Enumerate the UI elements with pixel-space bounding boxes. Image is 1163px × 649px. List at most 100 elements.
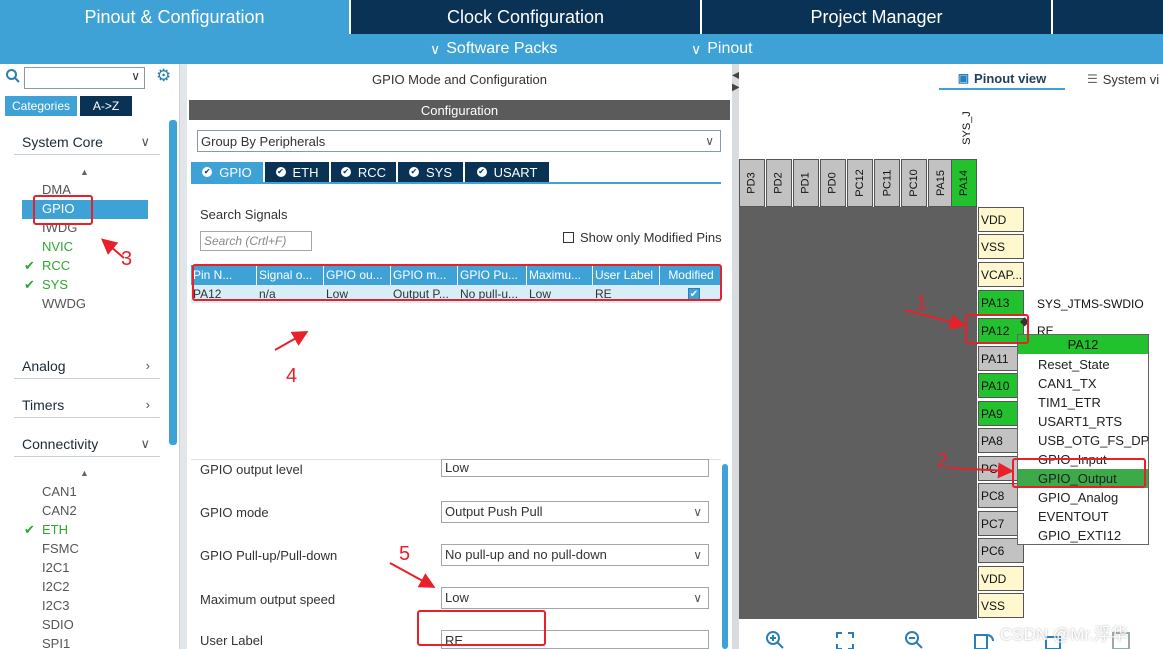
panel-divider[interactable] (732, 64, 739, 649)
check-icon: ✔ (408, 167, 419, 177)
gpio-mode-label: GPIO mode (200, 505, 269, 520)
list-item-i2c1[interactable]: I2C1 (42, 559, 69, 577)
tab-project-manager[interactable]: Project Manager (702, 0, 1051, 34)
check-icon: ✔ (24, 522, 35, 537)
gpio-output-level-select[interactable]: Low (441, 459, 709, 477)
tab-sys[interactable]: ✔ SYS (398, 162, 463, 182)
pin-pd1[interactable]: PD1 (793, 159, 819, 207)
pin-vdd[interactable]: VDD (978, 207, 1024, 232)
tab-pinout-configuration[interactable]: Pinout & Configuration (0, 0, 349, 34)
gpio-mode-select[interactable]: Output Push Pull ∨ (441, 501, 709, 523)
software-packs-menu[interactable]: ∨ Software Packs (430, 34, 557, 64)
gpio-output-level-label: GPIO output level (200, 462, 303, 477)
chevron-down-icon: ∨ (430, 40, 441, 57)
pin-vss[interactable]: VSS (978, 234, 1024, 259)
check-icon: ✔ (24, 258, 35, 273)
gpio-config-panel: GPIO Mode and Configuration Configuratio… (187, 64, 732, 649)
rotate-icon[interactable] (973, 631, 995, 649)
tab-clock-configuration[interactable]: Clock Configuration (351, 0, 700, 34)
list-item-spi1[interactable]: SPI1 (42, 635, 70, 649)
menu-item-can1-tx[interactable]: CAN1_TX (1038, 374, 1097, 393)
annotation-box-user-label (417, 610, 546, 646)
categories-button[interactable]: Categories (5, 96, 77, 116)
sub-menu-bar (0, 34, 1163, 64)
timers-section[interactable]: Timers › (14, 392, 160, 418)
menu-item-tim1-etr[interactable]: TIM1_ETR (1038, 393, 1101, 412)
menu-item-reset-state[interactable]: Reset_State (1038, 355, 1110, 374)
category-search-input[interactable]: ∨ (24, 67, 145, 89)
chevron-down-icon: ∨ (140, 435, 150, 451)
menu-item-usb-otg-fs-dp[interactable]: USB_OTG_FS_DP (1038, 431, 1149, 450)
menu-title: PA12 (1018, 335, 1148, 354)
chevron-right-icon: › (145, 397, 150, 412)
scrollbar[interactable] (169, 120, 177, 445)
list-item-fsmc[interactable]: FSMC (42, 540, 79, 558)
analog-section[interactable]: Analog › (14, 353, 160, 379)
system-core-section[interactable]: System Core ∨ (14, 129, 160, 155)
tab-tools[interactable] (1053, 0, 1163, 34)
tab-eth[interactable]: ✔ ETH (265, 162, 329, 182)
fit-view-icon[interactable] (835, 631, 855, 649)
annotation-1: 1 (916, 292, 928, 314)
chevron-down-icon: ∨ (693, 505, 702, 519)
list-item-eth[interactable]: ETH (42, 521, 68, 539)
pin-pc12[interactable]: PC12 (847, 159, 873, 207)
pin-pc10[interactable]: PC10 (901, 159, 927, 207)
pin-pa13[interactable]: PA13 (978, 290, 1024, 315)
menu-item-gpio-analog[interactable]: GPIO_Analog (1038, 488, 1118, 507)
system-view-tab[interactable]: ☰ System vi (1087, 68, 1163, 90)
max-speed-label: Maximum output speed (200, 592, 336, 607)
pin-pd2[interactable]: PD2 (766, 159, 792, 207)
list-item-can2[interactable]: CAN2 (42, 502, 77, 520)
gpio-pull-select[interactable]: No pull-up and no pull-down ∨ (441, 544, 709, 566)
list-item-wwdg[interactable]: WWDG (42, 295, 86, 313)
pin-vss[interactable]: VSS (978, 593, 1024, 618)
menu-item-usart1-rts[interactable]: USART1_RTS (1038, 412, 1122, 431)
gpio-pull-label: GPIO Pull-up/Pull-down (200, 548, 338, 563)
pin-pc11[interactable]: PC11 (874, 159, 900, 207)
annotation-box-pa12 (965, 314, 1029, 344)
pinout-menu[interactable]: ∨ Pinout (691, 34, 753, 64)
list-item-nvic[interactable]: NVIC (42, 238, 73, 256)
list-item-sys[interactable]: SYS (42, 276, 68, 294)
zoom-in-icon[interactable] (765, 630, 785, 649)
panel-divider[interactable] (180, 64, 187, 649)
group-by-select[interactable]: Group By Peripherals ∨ (197, 130, 721, 152)
menu-item-gpio-exti12[interactable]: GPIO_EXTI12 (1038, 526, 1121, 545)
tab-usart[interactable]: ✔ USART (465, 162, 549, 182)
chevron-down-icon: ∨ (693, 548, 702, 562)
pin-context-menu: PA12 Reset_State CAN1_TX TIM1_ETR USART1… (1017, 334, 1149, 545)
connectivity-section[interactable]: Connectivity ∨ (14, 431, 160, 457)
chevron-down-icon: ∨ (131, 69, 140, 83)
show-modified-checkbox[interactable] (563, 232, 574, 243)
tab-underline (191, 182, 721, 184)
pin-vdd[interactable]: VDD (978, 566, 1024, 591)
search-signals-label: Search Signals (200, 207, 288, 222)
list-item-sdio[interactable]: SDIO (42, 616, 74, 634)
list-item-can1[interactable]: CAN1 (42, 483, 77, 501)
max-speed-select[interactable]: Low ∨ (441, 587, 709, 609)
chevron-down-icon: ∨ (693, 591, 702, 605)
search-signals-input[interactable]: Search (Crtl+F) (200, 231, 312, 251)
category-panel: ∨ ⚙ Categories A->Z System Core ∨ ▲ DMA … (0, 64, 180, 649)
scrollbar[interactable] (722, 464, 728, 649)
tab-gpio[interactable]: ✔ GPIO (191, 162, 263, 182)
chevron-right-icon: › (145, 358, 150, 373)
list-item-rcc[interactable]: RCC (42, 257, 70, 275)
a-z-button[interactable]: A->Z (80, 96, 132, 116)
list-item-i2c3[interactable]: I2C3 (42, 597, 69, 615)
pin-pd3[interactable]: PD3 (739, 159, 765, 207)
chip-body (739, 207, 977, 619)
pin-vcap[interactable]: VCAP... (978, 262, 1024, 287)
tab-rcc[interactable]: ✔ RCC (331, 162, 396, 182)
annotation-box-gpio (33, 195, 93, 225)
gear-icon[interactable]: ⚙ (156, 67, 171, 85)
zoom-out-icon[interactable] (904, 630, 924, 649)
pin-pd0[interactable]: PD0 (820, 159, 846, 207)
pinout-view-tab[interactable]: ▣ Pinout view (939, 68, 1065, 90)
pin-pa14[interactable]: PA14 (951, 159, 977, 207)
check-icon: ✔ (24, 277, 35, 292)
menu-item-eventout[interactable]: EVENTOUT (1038, 507, 1109, 526)
list-item-i2c2[interactable]: I2C2 (42, 578, 69, 596)
check-icon: ✔ (202, 167, 213, 177)
